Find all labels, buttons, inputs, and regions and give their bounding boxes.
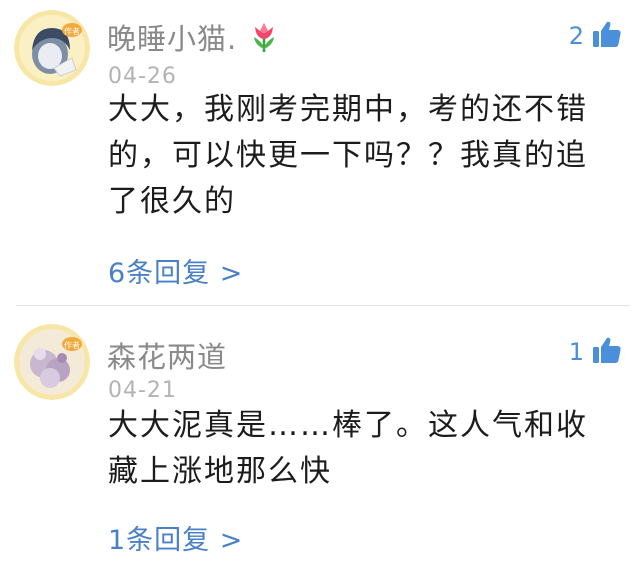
username-text: 晚睡小猫. (107, 22, 238, 56)
thumbs-up-icon (592, 336, 622, 368)
comment-item: 作者 森花两道 1 04-21 大大泥真是……棒了。这人气和收藏上涨地那么快 1… (0, 306, 640, 574)
username[interactable]: 森花两道 (107, 334, 227, 376)
author-badge: 作者 (64, 26, 80, 36)
like-button[interactable]: 2 (569, 20, 622, 52)
username[interactable]: 晚睡小猫. (107, 16, 279, 60)
view-replies-link[interactable]: 1条回复 > (108, 518, 243, 557)
like-count: 1 (568, 338, 584, 366)
view-replies-link[interactable]: 6条回复 > (108, 251, 243, 290)
avatar[interactable]: 作者 (14, 10, 90, 86)
author-badge: 作者 (64, 340, 80, 350)
comment-text: 大大，我刚考完期中，考的还不错的，可以快更一下吗？？我真的追了很久的 (108, 92, 588, 219)
tulip-icon (249, 21, 279, 60)
comment-item: 作者 晚睡小猫. 2 04-26 大大，我刚考完期中，考的还不错的，可以快更一下… (0, 0, 640, 305)
comment-text: 大大泥真是……棒了。这人气和收藏上涨地那么快 (108, 408, 588, 489)
comment-date: 04-21 (108, 378, 177, 403)
like-count: 2 (568, 22, 584, 50)
like-button[interactable]: 1 (569, 336, 622, 368)
avatar-image: 作者 (14, 10, 90, 86)
comment-date: 04-26 (108, 64, 177, 89)
avatar-image: 作者 (14, 324, 90, 400)
username-text: 森花两道 (107, 340, 228, 374)
thumbs-up-icon (592, 20, 622, 52)
avatar[interactable]: 作者 (14, 324, 90, 400)
